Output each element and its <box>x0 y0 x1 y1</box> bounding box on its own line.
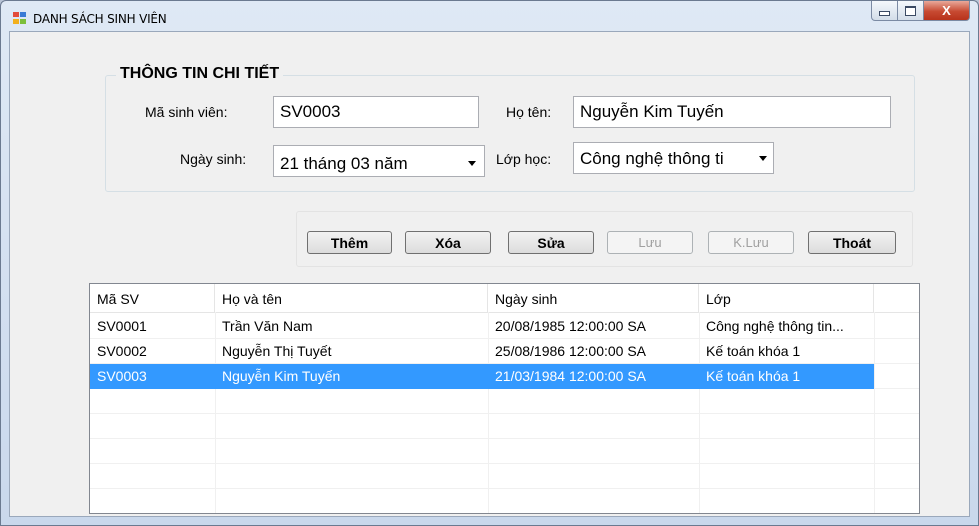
column-header-name[interactable]: Họ và tên <box>215 284 488 312</box>
cell-id: SV0002 <box>97 343 147 359</box>
cell-class: Kế toán khóa 1 <box>699 364 874 389</box>
grid-line <box>90 463 919 464</box>
grid-line <box>90 438 919 439</box>
class-value: Công nghệ thông ti <box>580 149 724 168</box>
close-button[interactable]: X <box>924 1 970 21</box>
cell-class: Công nghệ thông tin... <box>706 318 844 334</box>
column-header-dob[interactable]: Ngày sinh <box>488 284 699 312</box>
chevron-down-icon <box>468 161 476 166</box>
edit-button[interactable]: Sửa <box>508 231 594 254</box>
dob-label: Ngày sinh: <box>180 151 247 167</box>
details-group-title: THÔNG TIN CHI TIẾT <box>116 65 284 83</box>
list-item[interactable]: SV0002 Nguyễn Thị Tuyết 25/08/1986 12:00… <box>90 339 919 364</box>
cell-id: SV0001 <box>97 318 147 334</box>
title-bar[interactable]: DANH SÁCH SINH VIÊN X <box>1 1 978 31</box>
minimize-button[interactable] <box>871 1 898 21</box>
save-button[interactable]: Lưu <box>607 231 693 254</box>
form-client-area: THÔNG TIN CHI TIẾT Mã sinh viên: Họ tên:… <box>9 31 970 517</box>
grid-line <box>90 413 919 414</box>
column-header-class[interactable]: Lớp <box>699 284 874 312</box>
exit-button[interactable]: Thoát <box>808 231 896 254</box>
list-item-selected[interactable]: SV0003 Nguyễn Kim Tuyến 21/03/1984 12:00… <box>90 364 919 389</box>
close-icon: X <box>942 3 951 18</box>
student-id-input[interactable] <box>273 96 479 128</box>
window-title: DANH SÁCH SINH VIÊN <box>33 12 167 26</box>
maximize-button[interactable] <box>898 1 924 21</box>
class-combobox[interactable]: Công nghệ thông ti <box>573 142 774 174</box>
main-window: DANH SÁCH SINH VIÊN X THÔNG TIN CHI TIẾT… <box>0 0 979 526</box>
listview-header: Mã SV Họ và tên Ngày sinh Lớp <box>90 284 919 313</box>
name-label: Họ tên: <box>506 104 552 120</box>
details-groupbox <box>105 75 915 192</box>
cell-class: Kế toán khóa 1 <box>706 343 801 359</box>
delete-button[interactable]: Xóa <box>405 231 491 254</box>
cell-dob: 25/08/1986 12:00:00 SA <box>495 343 647 359</box>
chevron-down-icon <box>759 156 767 161</box>
cell-dob: 21/03/1984 12:00:00 SA <box>488 364 699 389</box>
app-icon <box>13 12 27 25</box>
dob-picker[interactable]: 21 tháng 03 năm <box>273 145 485 177</box>
cell-name: Trần Văn Nam <box>222 318 313 334</box>
class-label: Lớp học: <box>496 151 552 167</box>
cell-name: Nguyễn Kim Tuyến <box>215 364 488 389</box>
add-button[interactable]: Thêm <box>307 231 392 254</box>
list-item[interactable]: SV0001 Trần Văn Nam 20/08/1985 12:00:00 … <box>90 314 919 339</box>
dob-value: 21 tháng 03 năm <box>280 154 408 173</box>
grid-line <box>90 488 919 489</box>
cell-id: SV0003 <box>90 364 215 389</box>
student-id-label: Mã sinh viên: <box>145 104 228 120</box>
maximize-icon <box>905 5 916 16</box>
student-listview[interactable]: Mã SV Họ và tên Ngày sinh Lớp SV0001 Trầ… <box>89 283 920 514</box>
name-input[interactable] <box>573 96 891 128</box>
cell-name: Nguyễn Thị Tuyết <box>222 343 332 359</box>
minimize-icon <box>879 11 890 16</box>
column-header-id[interactable]: Mã SV <box>90 284 215 312</box>
cancel-save-button[interactable]: K.Lưu <box>708 231 794 254</box>
cell-dob: 20/08/1985 12:00:00 SA <box>495 318 647 334</box>
